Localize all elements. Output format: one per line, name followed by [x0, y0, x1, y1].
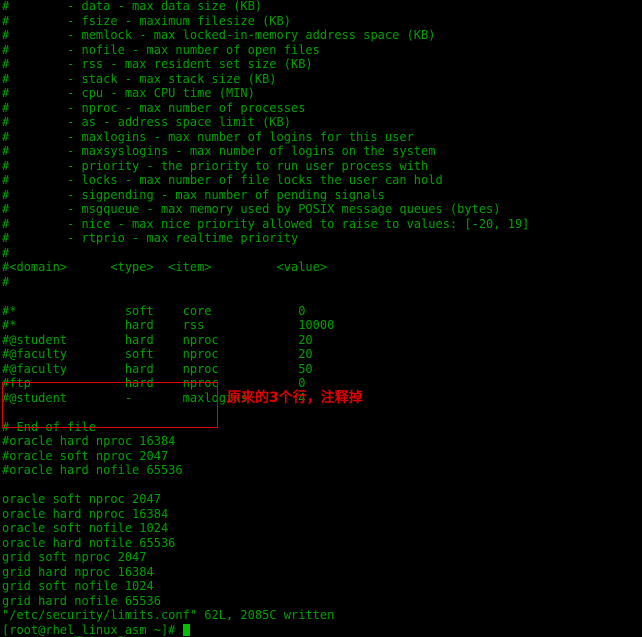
annotation-label: 原来的3个行，注释掉: [227, 390, 363, 406]
terminal-line: oracle soft nproc 2047: [2, 492, 642, 507]
terminal-line: #oracle hard nproc 16384: [2, 434, 642, 449]
terminal-line: # - maxsyslogins - max number of logins …: [2, 144, 642, 159]
terminal-line: # - priority - the priority to run user …: [2, 159, 642, 174]
terminal-line: oracle hard nofile 65536: [2, 536, 642, 551]
terminal-line: # - data - max data size (KB): [2, 0, 642, 14]
terminal-line: #@faculty hard nproc 50: [2, 362, 642, 377]
terminal-line: # - locks - max number of file locks the…: [2, 173, 642, 188]
terminal-line: # - stack - max stack size (KB): [2, 72, 642, 87]
terminal-window[interactable]: # - data - max data size (KB)# - fsize -…: [0, 0, 642, 565]
terminal-line: grid soft nofile 1024: [2, 579, 642, 594]
terminal-line: #* hard rss 10000: [2, 318, 642, 333]
terminal-line: #oracle hard nofile 65536: [2, 463, 642, 478]
terminal-line: grid hard nofile 65536: [2, 594, 642, 609]
terminal-line: #<domain> <type> <item> <value>: [2, 260, 642, 275]
terminal-line: # - fsize - maximum filesize (KB): [2, 14, 642, 29]
terminal-line: # - memlock - max locked-in-memory addre…: [2, 28, 642, 43]
terminal-line: # - rtprio - max realtime priority: [2, 231, 642, 246]
terminal-output: # - data - max data size (KB)# - fsize -…: [2, 0, 642, 637]
shell-prompt-text: [root@rhel_linux_asm ~]#: [2, 623, 183, 637]
terminal-line: #@student hard nproc 20: [2, 333, 642, 348]
terminal-line: # - cpu - max CPU time (MIN): [2, 86, 642, 101]
terminal-line: # - nofile - max number of open files: [2, 43, 642, 58]
terminal-line: # - rss - max resident set size (KB): [2, 57, 642, 72]
terminal-line: [2, 405, 642, 420]
terminal-line: #oracle soft nproc 2047: [2, 449, 642, 464]
terminal-line: # - as - address space limit (KB): [2, 115, 642, 130]
terminal-line: # - maxlogins - max number of logins for…: [2, 130, 642, 145]
terminal-line: #: [2, 246, 642, 261]
terminal-line: # - msgqueue - max memory used by POSIX …: [2, 202, 642, 217]
shell-prompt-line[interactable]: [root@rhel_linux_asm ~]#: [2, 623, 642, 637]
terminal-line: # - sigpending - max number of pending s…: [2, 188, 642, 203]
terminal-line: [2, 289, 642, 304]
terminal-line: oracle soft nofile 1024: [2, 521, 642, 536]
terminal-line: # - nproc - max number of processes: [2, 101, 642, 116]
terminal-line: "/etc/security/limits.conf" 62L, 2085C w…: [2, 608, 642, 623]
terminal-line: [2, 478, 642, 493]
terminal-line: oracle hard nproc 16384: [2, 507, 642, 522]
terminal-line: #ftp hard nproc 0: [2, 376, 642, 391]
terminal-line: #: [2, 275, 642, 290]
terminal-line: #* soft core 0: [2, 304, 642, 319]
terminal-line: # - nice - max nice priority allowed to …: [2, 217, 642, 232]
terminal-line: #@faculty soft nproc 20: [2, 347, 642, 362]
terminal-line: grid hard nproc 16384: [2, 565, 642, 580]
terminal-line: grid soft nproc 2047: [2, 550, 642, 565]
text-cursor: [183, 624, 190, 636]
terminal-line: # End of file: [2, 420, 642, 435]
